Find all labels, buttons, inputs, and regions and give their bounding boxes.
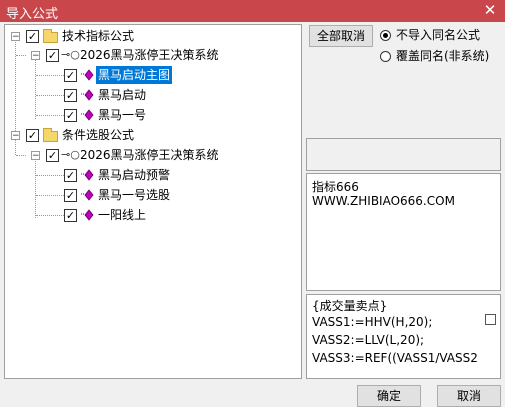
tree-item[interactable]: ✓ 黑马启动预警: [5, 166, 301, 184]
empty-panel: [306, 138, 501, 171]
collapse-icon[interactable]: −: [31, 51, 40, 61]
formula-tree[interactable]: − ✓ 技术指标公式 − ✓ ⊸○ 2026黑马涨停王决策系统 ✓ 黑马启动主图…: [4, 24, 302, 379]
group-checkbox[interactable]: ✓: [26, 30, 39, 43]
folder-icon: [43, 128, 58, 142]
formula-icon: [81, 189, 94, 201]
tree-system-technical[interactable]: − ✓ ⊸○ 2026黑马涨停王决策系统: [5, 46, 301, 64]
formula-source-box[interactable]: {成交量卖点} VASS1:=HHV(H,20); VASS2:=LLV(L,2…: [306, 294, 501, 379]
formula-icon: [81, 209, 94, 221]
folder-icon: [43, 29, 58, 43]
formula-icon: [81, 109, 94, 121]
item-checkbox[interactable]: ✓: [64, 169, 77, 182]
tree-group-label: 技术指标公式: [62, 29, 135, 43]
code-line: VASS2:=LLV(L,20);: [312, 333, 425, 347]
formula-icon: [81, 89, 94, 101]
tree-item[interactable]: ✓ 黑马一号: [5, 106, 301, 124]
option-label: 不导入同名公式: [396, 28, 481, 42]
description-box[interactable]: 指标666 WWW.ZHIBIAO666.COM: [306, 173, 501, 291]
tree-item-label: 黑马一号选股: [98, 188, 171, 202]
tree-group-label: 条件选股公式: [62, 128, 135, 142]
tree-item-label: 黑马启动: [98, 88, 147, 102]
collapse-icon[interactable]: −: [31, 151, 40, 161]
radio-skip-duplicates[interactable]: [380, 30, 391, 41]
formula-icon: [81, 69, 94, 81]
tree-item-label: 黑马一号: [98, 108, 147, 122]
key-icon: ⊸○: [61, 48, 80, 61]
ok-button[interactable]: 确定: [357, 385, 421, 407]
system-checkbox[interactable]: ✓: [46, 149, 59, 162]
tree-system-screening[interactable]: − ✓ ⊸○ 2026黑马涨停王决策系统: [5, 146, 301, 164]
item-checkbox[interactable]: ✓: [64, 189, 77, 202]
item-checkbox[interactable]: ✓: [64, 109, 77, 122]
group-checkbox[interactable]: ✓: [26, 129, 39, 142]
cancel-all-button[interactable]: 全部取消: [309, 25, 373, 47]
tree-group-screening[interactable]: − ✓ 条件选股公式: [5, 126, 301, 144]
code-line: VASS1:=HHV(H,20);: [312, 315, 433, 329]
description-line: 指标666: [312, 180, 359, 194]
close-icon[interactable]: ✕: [481, 1, 499, 19]
tree-item-label: 黑马启动预警: [98, 168, 171, 182]
code-line: VASS3:=REF((VASS1/VASS2: [312, 351, 478, 365]
collapse-icon[interactable]: −: [11, 32, 20, 42]
tree-item[interactable]: ✓ 黑马启动: [5, 86, 301, 104]
tree-system-label: 2026黑马涨停王决策系统: [80, 48, 219, 62]
radio-overwrite[interactable]: [380, 51, 391, 62]
tree-item[interactable]: ✓ 黑马启动主图: [5, 65, 301, 85]
code-line: {成交量卖点}: [312, 299, 388, 313]
window-title: 导入公式: [6, 7, 59, 22]
formula-icon: [81, 169, 94, 181]
tree-system-label: 2026黑马涨停王决策系统: [80, 148, 219, 162]
small-checkbox[interactable]: [485, 314, 496, 325]
tree-item-label: 一阳线上: [98, 208, 147, 222]
system-checkbox[interactable]: ✓: [46, 49, 59, 62]
title-bar: 导入公式 ✕: [0, 0, 505, 22]
key-icon: ⊸○: [61, 148, 80, 161]
description-line: WWW.ZHIBIAO666.COM: [312, 194, 455, 208]
cancel-button[interactable]: 取消: [437, 385, 501, 407]
tree-item-label: 黑马启动主图: [94, 65, 174, 85]
tree-group-technical[interactable]: − ✓ 技术指标公式: [5, 27, 301, 45]
tree-item[interactable]: ✓ 黑马一号选股: [5, 186, 301, 204]
item-checkbox[interactable]: ✓: [64, 69, 77, 82]
item-checkbox[interactable]: ✓: [64, 89, 77, 102]
option-label: 覆盖同名(非系统): [396, 49, 490, 63]
item-checkbox[interactable]: ✓: [64, 209, 77, 222]
tree-item[interactable]: ✓ 一阳线上: [5, 206, 301, 224]
